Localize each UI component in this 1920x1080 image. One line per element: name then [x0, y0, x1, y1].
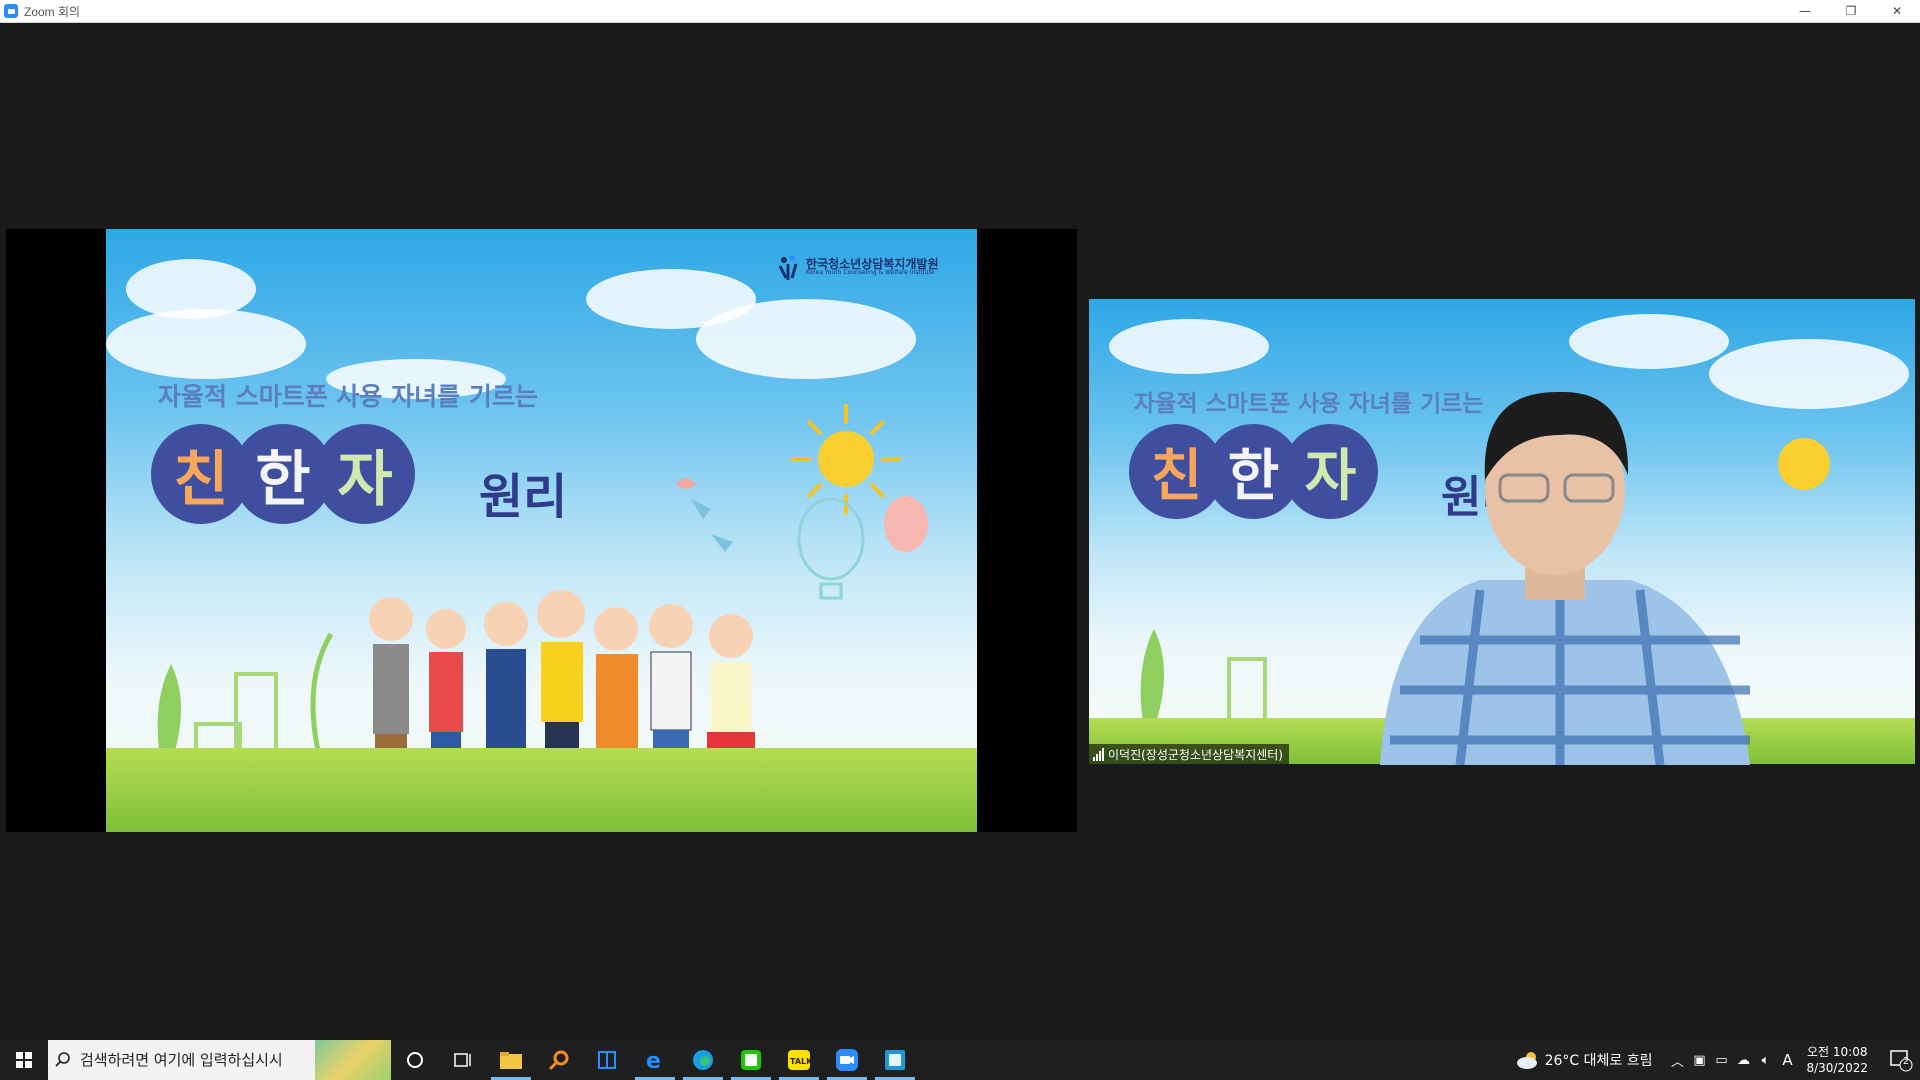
participant-name-label: 이덕진(장성군청소년상담복지센터) — [1089, 744, 1289, 764]
cloud — [1109, 319, 1269, 374]
calculator-icon — [885, 1050, 905, 1070]
zoom-icon — [836, 1049, 858, 1071]
taskbar: e TALK 26°C 대체로 흐림 ︿ ▣ ▭ ☁ 🔈︎ A 오전 10:08… — [0, 1040, 1920, 1080]
slide-main: 한국청소년상담복지개발원 Korea Youth Counseling & We… — [106, 229, 977, 832]
cortana-icon — [407, 1052, 423, 1068]
cortana-button[interactable] — [391, 1040, 439, 1080]
taskbar-app-edge[interactable] — [679, 1040, 727, 1080]
start-button[interactable] — [0, 1040, 48, 1080]
clock-date: 8/30/2022 — [1806, 1061, 1868, 1075]
weather-text: 26°C 대체로 흐림 — [1544, 1053, 1653, 1069]
internet-explorer-icon: e — [646, 1049, 661, 1072]
network-app-icon — [598, 1051, 616, 1069]
close-button[interactable]: ✕ — [1874, 0, 1920, 22]
grass — [106, 747, 977, 832]
svg-text:e: e — [646, 1049, 661, 1072]
taskbar-app-network[interactable] — [583, 1040, 631, 1080]
cloudy-weather-icon — [1516, 1052, 1537, 1069]
taskbar-app-calculator[interactable] — [871, 1040, 919, 1080]
kyci-logo: 한국청소년상담복지개발원 Korea Youth Counseling & We… — [776, 254, 938, 280]
meeting-tray-icon[interactable]: ▣ — [1688, 1053, 1710, 1068]
cloud — [1569, 314, 1729, 369]
kakaotalk-icon: TALK — [788, 1050, 811, 1070]
onedrive-icon[interactable]: ☁ — [1732, 1053, 1754, 1068]
task-view-icon — [454, 1053, 471, 1067]
taskbar-search[interactable] — [48, 1040, 391, 1080]
cloud — [696, 299, 916, 379]
zoom-app-icon — [4, 4, 18, 18]
naver-app-icon — [741, 1050, 761, 1070]
task-view-button[interactable] — [439, 1040, 487, 1080]
taskbar-app-search[interactable] — [535, 1040, 583, 1080]
taskbar-app-kakaotalk[interactable]: TALK — [775, 1040, 823, 1080]
window-controls: — ❐ ✕ — [1782, 0, 1920, 22]
windows-icon — [16, 1052, 32, 1068]
birds-icon — [676, 478, 733, 552]
clock-time: 오전 10:08 — [1806, 1045, 1868, 1059]
search-icon — [48, 1052, 78, 1068]
signal-bars-icon — [1093, 747, 1104, 761]
taskbar-app-internet-explorer[interactable]: e — [631, 1040, 679, 1080]
folder-icon — [500, 1052, 522, 1069]
taskbar-app-zoom[interactable] — [823, 1040, 871, 1080]
notification-icon — [1890, 1050, 1913, 1072]
magnifier-app-icon — [548, 1050, 569, 1071]
window-title: Zoom 회의 — [24, 4, 81, 19]
video-title-circles: 친 한 자 — [1129, 424, 1378, 519]
kyci-logo-icon — [778, 255, 798, 280]
restore-button[interactable]: ❐ — [1828, 0, 1874, 22]
slide-subtitle: 자율적 스마트폰 사용 자녀를 기르는 — [158, 382, 538, 411]
notification-count: 2 — [1902, 1056, 1910, 1067]
weather-widget[interactable]: 26°C 대체로 흐림 — [1515, 1050, 1653, 1070]
taskbar-app-file-explorer[interactable] — [487, 1040, 535, 1080]
title-bar: Zoom 회의 — ❐ ✕ — [0, 0, 1920, 23]
minimize-button[interactable]: — — [1782, 0, 1828, 22]
network-icon[interactable]: ▭ — [1710, 1053, 1732, 1068]
title-char-3: 자 — [315, 424, 415, 524]
shared-screen: 한국청소년상담복지개발원 Korea Youth Counseling & We… — [6, 229, 1077, 832]
logo-english-text: Korea Youth Counseling & Welfare Institu… — [806, 269, 935, 277]
ime-indicator[interactable]: A — [1776, 1051, 1798, 1069]
search-highlight-image — [315, 1040, 391, 1080]
participant-name: 이덕진(장성군청소년상담복지센터) — [1108, 747, 1283, 762]
video-sun-icon — [1778, 438, 1830, 490]
taskbar-app-naver[interactable] — [727, 1040, 775, 1080]
participant-person — [1380, 391, 1750, 765]
volume-icon[interactable]: 🔈︎ — [1754, 1053, 1776, 1068]
chevron-up-icon[interactable]: ︿ — [1666, 1051, 1688, 1070]
search-input[interactable] — [78, 1050, 322, 1070]
title-circles: 친 한 자 — [151, 424, 415, 524]
clock[interactable]: 오전 10:08 8/30/2022 — [1806, 1044, 1868, 1076]
edge-icon — [693, 1050, 713, 1070]
notification-center-button[interactable]: 2 — [1882, 1048, 1920, 1072]
cloud — [106, 309, 306, 379]
title-suffix: 원리 — [479, 469, 568, 525]
svg-text:TALK: TALK — [790, 1057, 811, 1066]
system-tray: 26°C 대체로 흐림 ︿ ▣ ▭ ☁ 🔈︎ A 오전 10:08 8/30/2… — [1515, 1040, 1920, 1080]
